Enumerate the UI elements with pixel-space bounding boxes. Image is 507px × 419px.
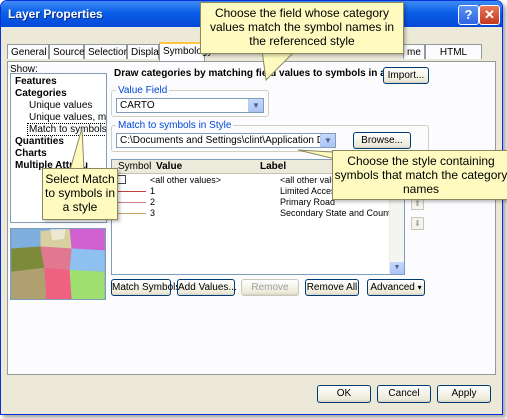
top-callout-pointer	[261, 49, 298, 82]
callout-left: Select Match to symbols in a style	[42, 168, 118, 220]
left-callout-pointer	[69, 127, 85, 171]
callout-top: Choose the field whose category values m…	[200, 2, 404, 54]
callout-right: Choose the style containing symbols that…	[332, 150, 507, 200]
